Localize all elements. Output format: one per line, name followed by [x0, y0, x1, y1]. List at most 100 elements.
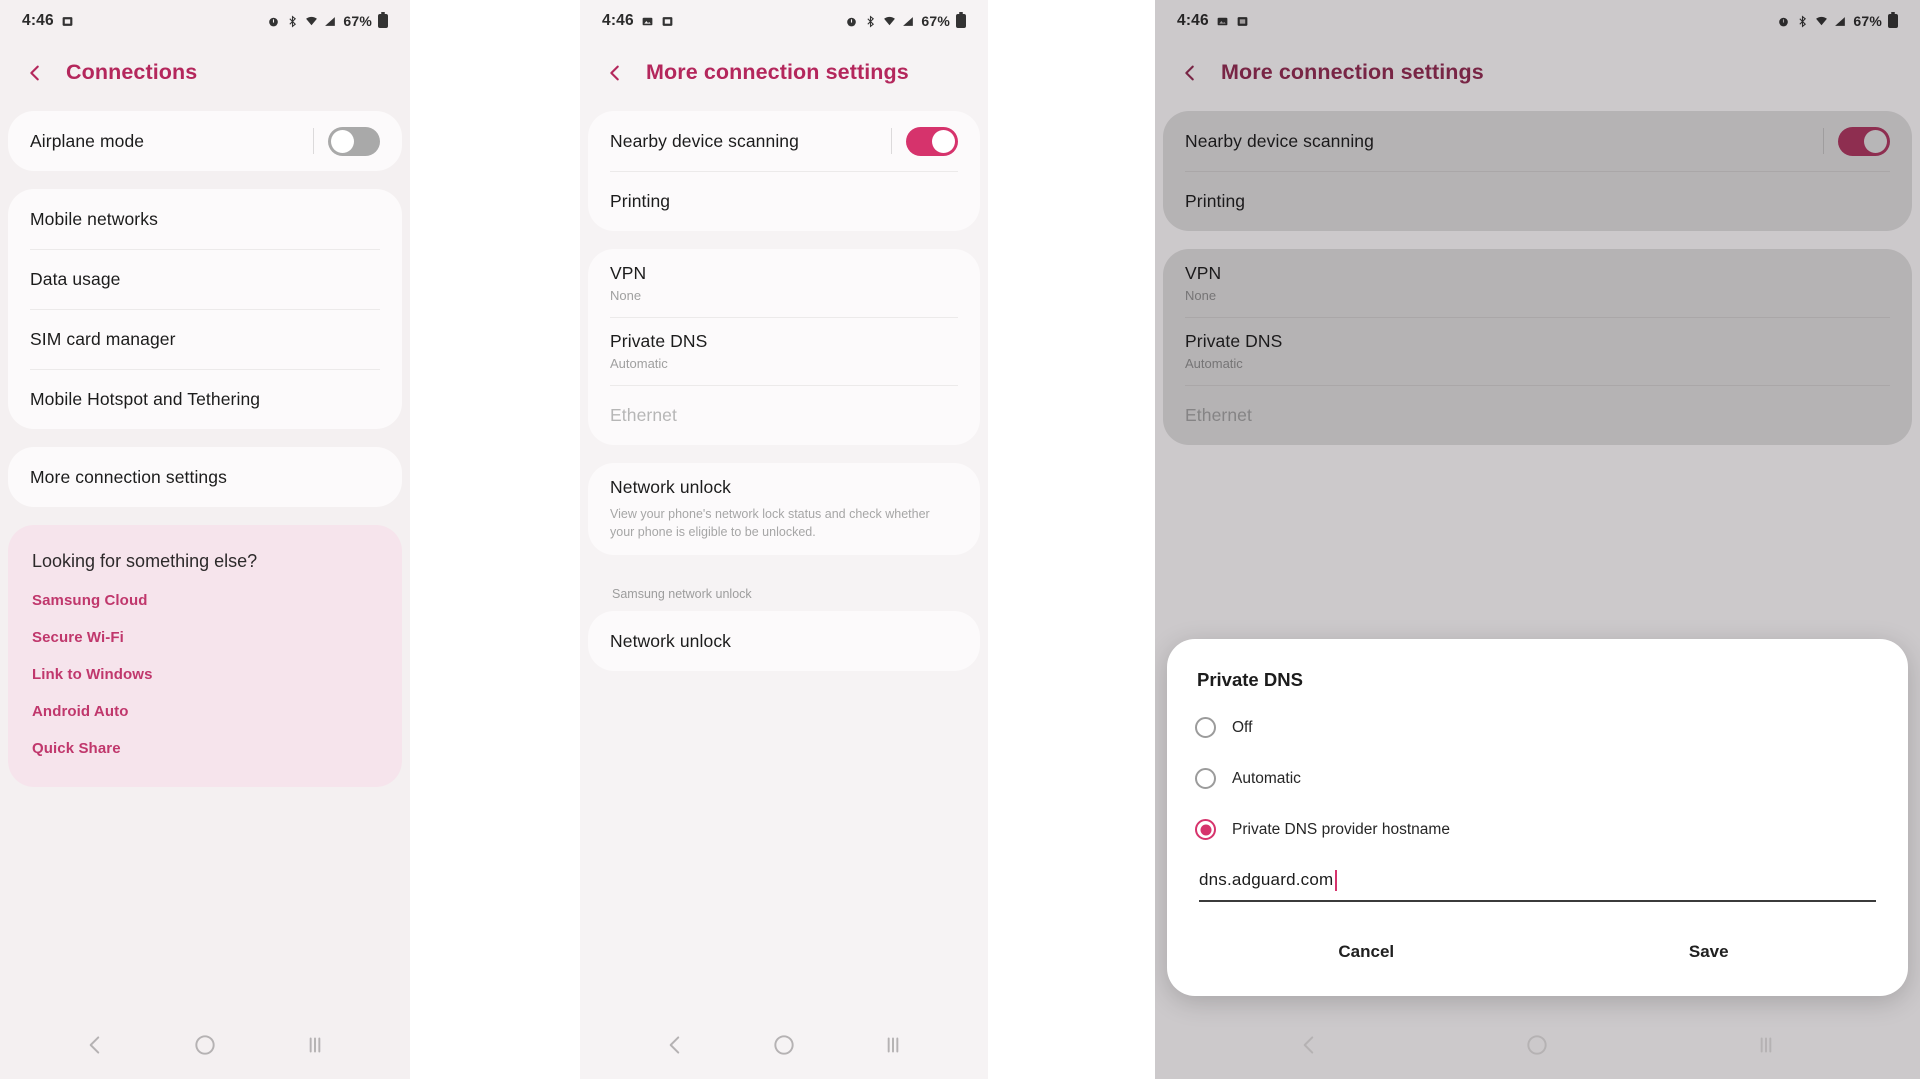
- alarm-icon: [845, 15, 858, 28]
- dns-hostname-value: dns.adguard.com: [1199, 870, 1334, 889]
- row-network-unlock-action[interactable]: Network unlock: [588, 611, 980, 671]
- back-nav-icon[interactable]: [662, 1032, 688, 1058]
- radio-icon[interactable]: [1195, 819, 1216, 840]
- row-label: Airplane mode: [30, 130, 145, 151]
- back-nav-icon[interactable]: [1296, 1032, 1322, 1058]
- signal-icon: [324, 15, 337, 28]
- row-sublabel: Automatic: [1185, 356, 1243, 371]
- battery-percent: 67%: [921, 13, 950, 29]
- row-texts: VPN None: [610, 263, 646, 303]
- recents-nav-icon[interactable]: [880, 1032, 906, 1058]
- recents-nav-icon[interactable]: [1753, 1032, 1779, 1058]
- row-airplane-mode[interactable]: Airplane mode: [8, 111, 402, 171]
- recents-nav-icon[interactable]: [302, 1032, 328, 1058]
- switch-knob: [331, 129, 354, 153]
- row-label: Printing: [1185, 190, 1246, 211]
- navigation-bar: [1155, 1011, 1920, 1079]
- row-texts: Private DNS Automatic: [1185, 331, 1282, 371]
- promo-looking-for-something-else: Looking for something else? Samsung Clou…: [8, 525, 402, 787]
- switch-knob: [932, 129, 955, 153]
- row-data-usage[interactable]: Data usage: [8, 249, 402, 309]
- row-vpn[interactable]: VPN None: [1163, 249, 1912, 317]
- row-label: Mobile Hotspot and Tethering: [30, 388, 261, 409]
- bluetooth-icon: [864, 14, 877, 28]
- radio-label: Automatic: [1232, 769, 1301, 787]
- dns-hostname-input[interactable]: dns.adguard.com: [1199, 870, 1876, 902]
- bluetooth-icon: [1796, 14, 1809, 28]
- row-printing[interactable]: Printing: [1163, 171, 1912, 231]
- divider: [313, 128, 314, 154]
- status-time: 4:46: [602, 12, 634, 29]
- screenshot-icon: [661, 15, 674, 28]
- save-button[interactable]: Save: [1538, 928, 1881, 976]
- dialog-actions: Cancel Save: [1195, 928, 1880, 976]
- row-label: Ethernet: [1185, 404, 1252, 425]
- row-network-unlock[interactable]: Network unlock View your phone's network…: [588, 463, 980, 555]
- promo-link-quick-share[interactable]: Quick Share: [32, 740, 378, 757]
- alarm-icon: [267, 15, 280, 28]
- page-title: Connections: [66, 60, 198, 84]
- row-private-dns[interactable]: Private DNS Automatic: [588, 317, 980, 385]
- row-vpn[interactable]: VPN None: [588, 249, 980, 317]
- phone-screen-more-connection-settings: 4:46 67% More connection settings Nearby…: [580, 0, 988, 1079]
- screenshot-icon: [61, 15, 74, 28]
- app-bar: More connection settings: [580, 42, 988, 111]
- row-texts: Network unlock View your phone's network…: [610, 477, 940, 541]
- battery-icon: [378, 12, 388, 28]
- radio-option-automatic[interactable]: Automatic: [1195, 768, 1880, 789]
- screenshot-icon: [1236, 15, 1249, 28]
- row-label: SIM card manager: [30, 328, 176, 349]
- dialog-title: Private DNS: [1197, 669, 1303, 690]
- status-bar-right: 67%: [845, 12, 966, 29]
- navigation-bar: [0, 1011, 410, 1079]
- radio-icon[interactable]: [1195, 768, 1216, 789]
- home-nav-icon[interactable]: [771, 1032, 797, 1058]
- row-mobile-hotspot-tethering[interactable]: Mobile Hotspot and Tethering: [8, 369, 402, 429]
- cancel-button[interactable]: Cancel: [1195, 928, 1538, 976]
- promo-link-link-to-windows[interactable]: Link to Windows: [32, 666, 378, 683]
- back-icon[interactable]: [24, 62, 46, 84]
- radio-option-off[interactable]: Off: [1195, 717, 1880, 738]
- card-airplane: Airplane mode: [8, 111, 402, 171]
- back-nav-icon[interactable]: [82, 1032, 108, 1058]
- nearby-device-scanning-switch[interactable]: [906, 126, 958, 156]
- row-printing[interactable]: Printing: [588, 171, 980, 231]
- signal-icon: [902, 15, 915, 28]
- row-sim-card-manager[interactable]: SIM card manager: [8, 309, 402, 369]
- row-nearby-device-scanning[interactable]: Nearby device scanning: [588, 111, 980, 171]
- back-icon[interactable]: [604, 62, 626, 84]
- wifi-icon: [1815, 15, 1828, 28]
- card-more-connection-settings: More connection settings: [8, 447, 402, 507]
- promo-link-android-auto[interactable]: Android Auto: [32, 703, 378, 720]
- row-label: VPN: [610, 263, 647, 283]
- spacer-2: [988, 0, 1155, 1079]
- row-nearby-device-scanning[interactable]: Nearby device scanning: [1163, 111, 1912, 171]
- back-icon[interactable]: [1179, 62, 1201, 84]
- row-texts: Private DNS Automatic: [610, 331, 707, 371]
- row-texts: Airplane mode: [30, 131, 144, 152]
- status-bar-left: 4:46: [22, 12, 74, 30]
- radio-icon[interactable]: [1195, 717, 1216, 738]
- card-vpn-dns-ethernet: VPN None Private DNS Automatic Ethernet: [588, 249, 980, 445]
- phone-screen-private-dns-dialog: 4:46 67% More connection settings Nearby…: [1155, 0, 1920, 1079]
- promo-link-samsung-cloud[interactable]: Samsung Cloud: [32, 592, 378, 609]
- nearby-device-scanning-switch[interactable]: [1838, 126, 1890, 156]
- home-nav-icon[interactable]: [1524, 1032, 1550, 1058]
- page-title: More connection settings: [646, 60, 909, 84]
- battery-percent: 67%: [1853, 13, 1882, 29]
- airplane-mode-switch[interactable]: [328, 126, 380, 156]
- settings-content: Nearby device scanning Printing VPN None…: [580, 111, 988, 672]
- row-label: Mobile networks: [30, 208, 158, 229]
- row-mobile-networks[interactable]: Mobile networks: [8, 189, 402, 249]
- battery-icon: [956, 12, 966, 28]
- home-nav-icon[interactable]: [192, 1032, 218, 1058]
- row-more-connection-settings[interactable]: More connection settings: [8, 447, 402, 507]
- row-private-dns[interactable]: Private DNS Automatic: [1163, 317, 1912, 385]
- promo-link-secure-wifi[interactable]: Secure Wi-Fi: [32, 629, 378, 646]
- radio-option-provider-hostname[interactable]: Private DNS provider hostname: [1195, 819, 1880, 840]
- row-label: Data usage: [30, 268, 121, 289]
- card-scanning-printing: Nearby device scanning Printing: [1163, 111, 1912, 231]
- section-label-samsung-network-unlock: Samsung network unlock: [612, 587, 752, 602]
- row-label: Nearby device scanning: [1185, 130, 1374, 151]
- status-time: 4:46: [1177, 12, 1209, 29]
